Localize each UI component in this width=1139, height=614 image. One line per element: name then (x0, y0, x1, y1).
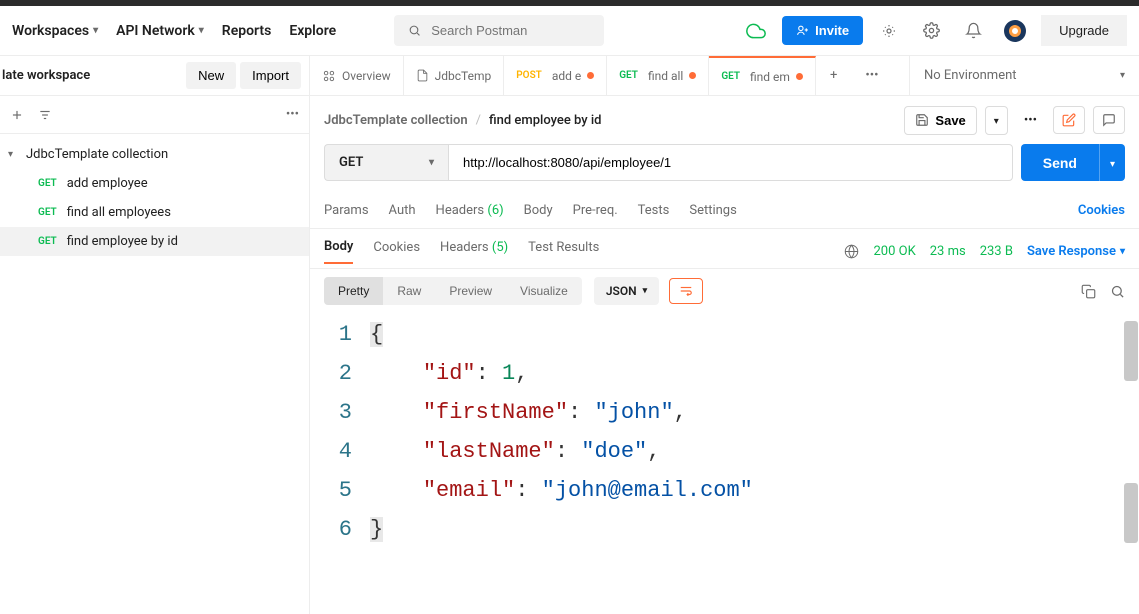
copy-icon[interactable] (1081, 284, 1096, 299)
req-tab-body[interactable]: Body (524, 203, 553, 218)
unsaved-dot-icon (587, 72, 594, 79)
tab-collection[interactable]: JdbcTemp (404, 56, 505, 95)
chevron-down-icon: ▾ (8, 149, 20, 160)
nav-explore[interactable]: Explore (289, 23, 336, 39)
sync-icon[interactable] (740, 15, 772, 47)
invite-button[interactable]: Invite (782, 16, 863, 45)
app-header: Workspaces▾ API Network▾ Reports Explore… (0, 6, 1139, 56)
scrollbar-thumb[interactable] (1124, 321, 1138, 381)
workspace-title: late workspace (0, 68, 90, 83)
request-item-find-all[interactable]: GET find all employees (0, 198, 309, 227)
line-gutter: 1 2 3 4 5 6 (310, 315, 370, 549)
nav-reports[interactable]: Reports (222, 23, 272, 39)
nav-api-network[interactable]: API Network▾ (116, 23, 204, 39)
search-icon (408, 23, 421, 38)
response-editor[interactable]: 1 2 3 4 5 6 { "id": 1, "firstName": "joh… (310, 313, 1139, 551)
globe-icon[interactable] (844, 244, 859, 259)
resp-tab-headers[interactable]: Headers (5) (440, 240, 508, 263)
tab-overview[interactable]: Overview (310, 56, 404, 95)
file-icon (416, 69, 429, 82)
save-response-button[interactable]: Save Response ▾ (1027, 244, 1125, 259)
send-button[interactable]: Send (1021, 144, 1099, 181)
save-icon (915, 113, 929, 127)
new-button[interactable]: New (186, 62, 236, 89)
tab-find-employee[interactable]: GET find em (709, 56, 816, 95)
req-tab-params[interactable]: Params (324, 203, 369, 218)
method-select[interactable]: GET ▾ (324, 144, 448, 181)
request-item-add[interactable]: GET add employee (0, 169, 309, 198)
tab-add-employee[interactable]: POST add e (504, 56, 607, 95)
search-box[interactable] (394, 15, 604, 46)
request-item-find-by-id[interactable]: GET find employee by id (0, 227, 309, 256)
response-size: 233 B (980, 244, 1013, 259)
response-time: 23 ms (930, 244, 966, 259)
response-code: { "id": 1, "firstName": "john", "lastNam… (370, 315, 1139, 549)
comment-button[interactable] (1093, 106, 1125, 134)
wrap-icon (678, 284, 694, 298)
cookies-link[interactable]: Cookies (1078, 203, 1125, 218)
search-response-icon[interactable] (1110, 284, 1125, 299)
edit-button[interactable] (1053, 106, 1085, 134)
import-button[interactable]: Import (240, 62, 301, 89)
search-input[interactable] (431, 23, 590, 38)
resp-tab-test-results[interactable]: Test Results (528, 240, 599, 263)
filter-icon[interactable] (38, 108, 52, 122)
save-button[interactable]: Save (904, 106, 976, 135)
status-code: 200 OK (873, 244, 915, 259)
more-actions[interactable]: ••• (1016, 107, 1045, 134)
chevron-down-icon: ▾ (643, 286, 648, 296)
breadcrumb-request: find employee by id (489, 113, 602, 128)
wrap-lines-button[interactable] (669, 278, 703, 304)
chevron-down-icon: ▾ (93, 25, 98, 36)
collection-row[interactable]: ▾ JdbcTemplate collection (0, 140, 309, 169)
environment-select[interactable]: No Environment ▾ (909, 56, 1139, 95)
chevron-down-icon: ▾ (1120, 246, 1125, 257)
req-tab-settings[interactable]: Settings (689, 203, 736, 218)
avatar[interactable] (999, 15, 1031, 47)
invite-icon (796, 24, 809, 37)
view-visualize[interactable]: Visualize (506, 277, 582, 305)
unsaved-dot-icon (689, 72, 696, 79)
settings-icon[interactable] (915, 15, 947, 47)
format-select[interactable]: JSON ▾ (594, 277, 659, 305)
send-dropdown[interactable]: ▾ (1099, 144, 1125, 181)
req-tab-headers[interactable]: Headers (6) (436, 203, 504, 218)
chevron-down-icon: ▾ (429, 157, 434, 168)
tab-find-all[interactable]: GET find all (607, 56, 709, 95)
breadcrumb-collection[interactable]: JdbcTemplate collection (324, 113, 468, 128)
scrollbar-thumb[interactable] (1124, 483, 1138, 543)
tab-more-icon[interactable]: ••• (851, 68, 892, 83)
breadcrumb: JdbcTemplate collection / find employee … (324, 113, 602, 128)
url-input[interactable] (448, 144, 1013, 181)
chevron-down-icon: ▾ (1120, 70, 1125, 81)
view-preview[interactable]: Preview (435, 277, 506, 305)
resp-tab-body[interactable]: Body (324, 239, 353, 264)
req-tab-auth[interactable]: Auth (389, 203, 416, 218)
nav-workspaces[interactable]: Workspaces▾ (12, 23, 98, 39)
add-icon[interactable] (10, 108, 24, 122)
unsaved-dot-icon (796, 73, 803, 80)
sidebar: late workspace New Import ••• ▾ JdbcTemp… (0, 56, 310, 614)
req-tab-prereq[interactable]: Pre-req. (573, 203, 618, 218)
save-dropdown[interactable]: ▾ (985, 106, 1008, 135)
upgrade-button[interactable]: Upgrade (1041, 15, 1127, 46)
view-raw[interactable]: Raw (383, 277, 435, 305)
overview-icon (322, 69, 336, 83)
new-tab-button[interactable]: + (816, 68, 851, 83)
chevron-down-icon: ▾ (199, 25, 204, 36)
view-pretty[interactable]: Pretty (324, 277, 383, 305)
capture-icon[interactable] (873, 15, 905, 47)
resp-tab-cookies[interactable]: Cookies (373, 240, 420, 263)
notifications-icon[interactable] (957, 15, 989, 47)
more-icon[interactable]: ••• (286, 107, 299, 122)
req-tab-tests[interactable]: Tests (638, 203, 670, 218)
tabs-bar: Overview JdbcTemp POST add e GET find al… (310, 56, 1139, 96)
